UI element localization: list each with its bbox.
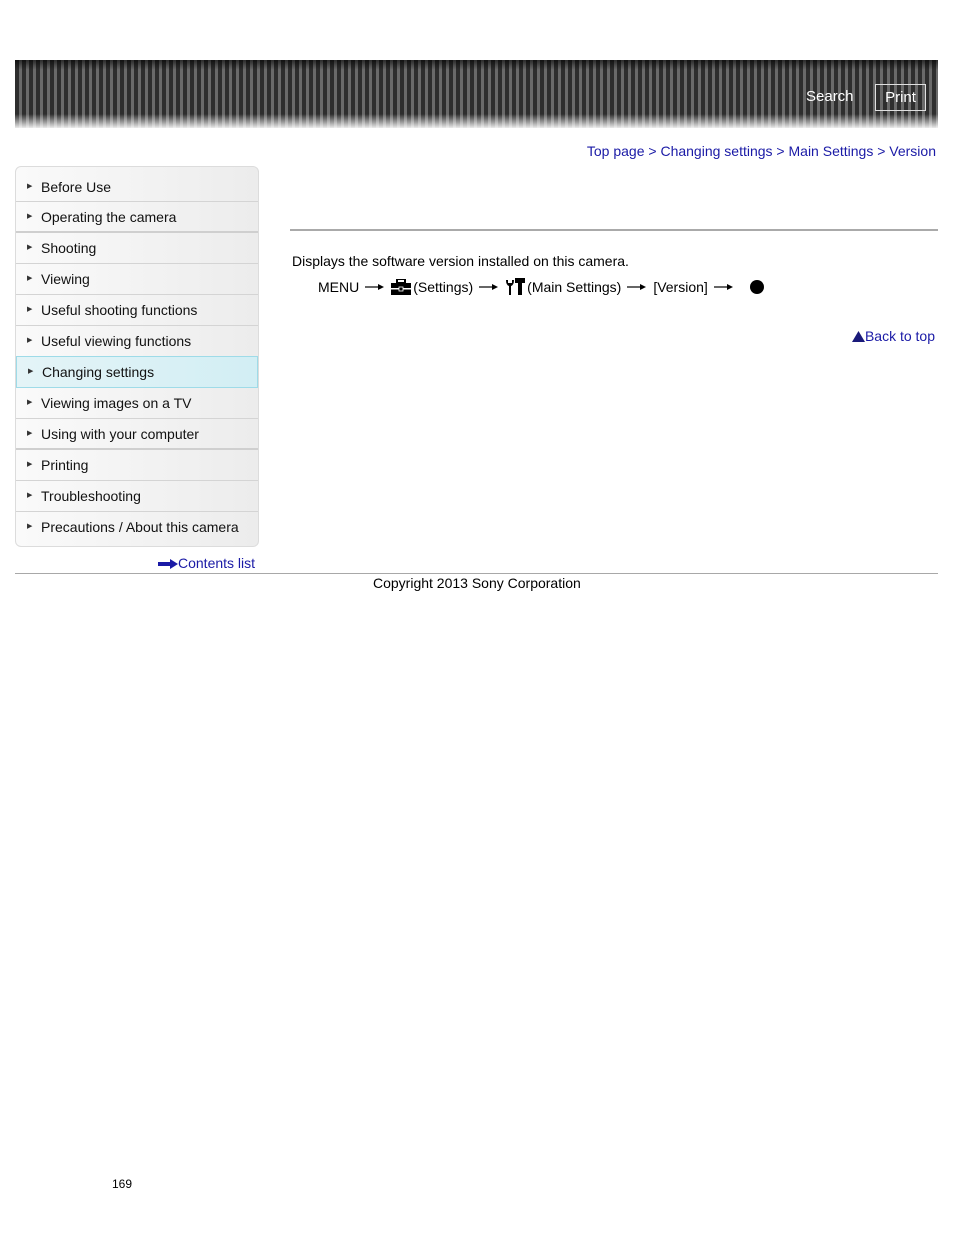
back-to-top-label: Back to top: [864, 328, 935, 344]
header-banner: [15, 60, 938, 128]
breadcrumb-separator: >: [644, 143, 661, 159]
print-button[interactable]: Print: [875, 84, 926, 111]
toolbox-settings-icon: [391, 278, 412, 295]
triangle-right-icon: ▶: [27, 461, 33, 468]
breadcrumb: Top page > Changing settings > Main Sett…: [587, 143, 936, 159]
triangle-right-icon: ▶: [27, 523, 33, 530]
triangle-right-icon: ▶: [27, 337, 33, 344]
sidebar-item-shooting[interactable]: ▶ Shooting: [16, 233, 258, 264]
settings-label: (Settings): [413, 278, 474, 295]
sidebar-item-printing[interactable]: ▶ Printing: [16, 450, 258, 481]
arrow-right-icon: [627, 283, 647, 290]
version-label: [Version]: [653, 278, 708, 295]
center-button-icon: [749, 279, 764, 294]
sidebar-item-precautions[interactable]: ▶ Precautions / About this camera: [16, 512, 258, 546]
triangle-right-icon: ▶: [27, 430, 33, 437]
triangle-right-icon: ▶: [27, 183, 33, 190]
arrow-right-icon: [479, 283, 499, 290]
sidebar-item-label: Before Use: [41, 179, 112, 195]
menu-path: MENU (Settings) (Main Settings) [Version…: [318, 278, 764, 295]
triangle-right-icon: ▶: [27, 399, 33, 406]
sidebar-item-changing-settings[interactable]: ▶ Changing settings: [16, 356, 258, 388]
sidebar-item-before-use[interactable]: ▶ Before Use: [16, 167, 258, 202]
sidebar-item-label: Viewing images on a TV: [41, 395, 192, 411]
triangle-right-icon: ▶: [27, 306, 33, 313]
breadcrumb-separator: >: [873, 143, 890, 159]
sidebar-item-label: Changing settings: [42, 364, 155, 380]
triangle-right-icon: ▶: [28, 368, 34, 375]
breadcrumb-top-page[interactable]: Top page: [587, 143, 645, 159]
breadcrumb-changing-settings[interactable]: Changing settings: [660, 143, 772, 159]
page-description: Displays the software version installed …: [292, 253, 629, 269]
wrench-hammer-icon: [506, 278, 526, 295]
footer-divider: [15, 573, 938, 574]
sidebar-item-label: Using with your computer: [41, 426, 199, 442]
sidebar-item-using-with-your-computer[interactable]: ▶ Using with your computer: [16, 419, 258, 450]
sidebar-item-label: Troubleshooting: [41, 488, 141, 504]
triangle-up-icon: [851, 331, 865, 342]
menu-label: MENU: [318, 278, 360, 295]
sidebar-item-label: Viewing: [41, 271, 90, 287]
arrow-right-icon: [158, 559, 178, 570]
triangle-right-icon: ▶: [27, 244, 33, 251]
sidebar-item-label: Operating the camera: [41, 209, 177, 225]
breadcrumb-version[interactable]: Version: [889, 143, 936, 159]
sidebar-item-useful-viewing-functions[interactable]: ▶ Useful viewing functions: [16, 326, 258, 357]
main-settings-label: (Main Settings): [527, 278, 622, 295]
sidebar-item-label: Shooting: [41, 240, 97, 256]
triangle-right-icon: ▶: [27, 275, 33, 282]
contents-list-label: Contents list: [178, 555, 256, 571]
triangle-right-icon: ▶: [27, 213, 33, 220]
sidebar-item-useful-shooting-functions[interactable]: ▶ Useful shooting functions: [16, 295, 258, 326]
sidebar-item-label: Useful shooting functions: [41, 302, 198, 318]
arrow-right-icon: [713, 283, 733, 290]
sidebar-item-viewing-images-on-a-tv[interactable]: ▶ Viewing images on a TV: [16, 388, 258, 419]
contents-list-link[interactable]: Contents list: [158, 555, 255, 571]
sidebar-item-label: Precautions / About this camera: [41, 519, 239, 535]
arrow-right-icon: [365, 283, 385, 290]
back-to-top-link[interactable]: Back to top: [851, 328, 935, 344]
copyright-text: Copyright 2013 Sony Corporation: [373, 575, 581, 591]
sidebar-item-viewing[interactable]: ▶ Viewing: [16, 264, 258, 295]
sidebar-item-label: Useful viewing functions: [41, 333, 192, 349]
triangle-right-icon: ▶: [27, 492, 33, 499]
sidebar-nav: ▶ Before Use ▶ Operating the camera ▶ Shoot…: [15, 166, 259, 547]
breadcrumb-separator: >: [772, 143, 789, 159]
page-number: 169: [112, 1177, 133, 1191]
title-divider: [290, 229, 938, 231]
sidebar-item-operating-the-camera[interactable]: ▶ Operating the camera: [16, 202, 258, 233]
breadcrumb-main-settings[interactable]: Main Settings: [789, 143, 874, 159]
sidebar-item-label: Printing: [41, 457, 89, 473]
search-button[interactable]: Search: [806, 88, 854, 105]
sidebar-item-troubleshooting[interactable]: ▶ Troubleshooting: [16, 481, 258, 512]
